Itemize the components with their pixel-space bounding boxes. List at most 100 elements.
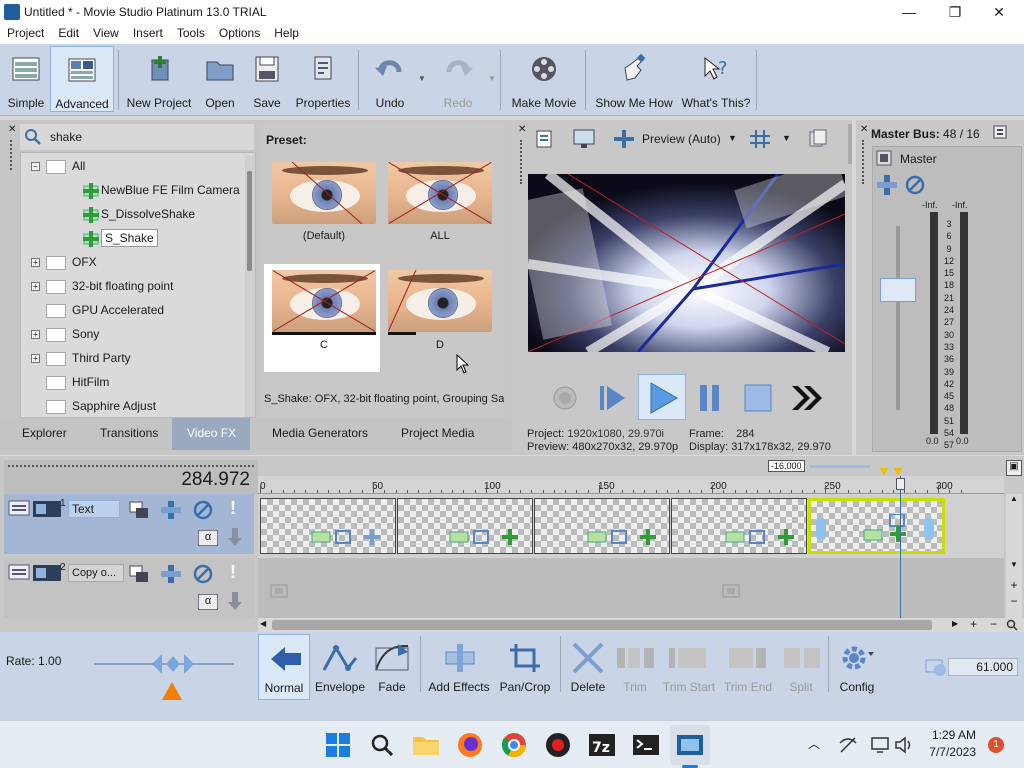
chevron-down-icon[interactable]: ▼ (782, 133, 791, 143)
redo-dropdown-icon[interactable]: ▼ (488, 74, 496, 83)
compositing-mode-icon[interactable] (128, 564, 150, 584)
file-explorer-icon[interactable] (410, 729, 442, 761)
tree-item-fx-selected[interactable]: S_Shake (83, 227, 158, 249)
tab-media-generators[interactable]: Media Generators (272, 426, 368, 440)
tray-chevron-icon[interactable]: ︿ (808, 735, 820, 752)
pan-crop-button[interactable]: Pan/Crop (496, 634, 554, 700)
search-box[interactable]: shake (20, 124, 254, 150)
chevron-down-icon[interactable]: ▼ (728, 133, 737, 143)
zoom-in-track-icon[interactable]: + (1006, 578, 1022, 592)
network-off-icon[interactable] (838, 735, 858, 755)
advanced-button[interactable]: Advanced (50, 46, 114, 112)
solo-track-icon[interactable]: ! (230, 498, 236, 519)
undo-dropdown-icon[interactable]: ▼ (418, 74, 426, 83)
scroll-up-arrow[interactable]: ▲ (1006, 494, 1022, 508)
delete-button[interactable]: Delete (566, 634, 610, 700)
bus-fx-icon[interactable] (876, 174, 898, 196)
notification-badge[interactable]: 1 (988, 737, 1004, 753)
scroll-right-arrow[interactable]: ▶ (952, 619, 958, 628)
zoom-tool-icon[interactable] (1006, 619, 1018, 631)
minimize-button[interactable]: — (886, 0, 932, 24)
expand-icon[interactable]: + (31, 258, 40, 268)
tree-item-fx[interactable]: NewBlue FE Film Camera (83, 179, 240, 201)
zoom-in-time-icon[interactable]: + (970, 617, 977, 631)
scroll-down-arrow[interactable]: ▼ (1006, 560, 1022, 574)
collapse-icon[interactable]: − (31, 162, 40, 172)
menu-view[interactable]: View (86, 24, 126, 42)
alpha-icon[interactable]: α (198, 594, 218, 610)
marker-bar[interactable]: -16.000 (258, 460, 1004, 476)
volume-value[interactable]: 61.000 (948, 658, 1018, 676)
zoom-out-track-icon[interactable]: − (1006, 594, 1022, 608)
solo-track-icon[interactable]: ! (230, 562, 236, 583)
preset-thumb-c[interactable] (272, 270, 376, 332)
horizontal-scroll-thumb[interactable] (272, 620, 932, 630)
track-expand-icon[interactable] (8, 564, 30, 580)
tree-item-ofx[interactable]: + OFX (31, 251, 97, 273)
expand-icon[interactable]: + (31, 282, 40, 292)
terminal-icon[interactable] (630, 729, 662, 761)
add-effects-button[interactable]: Add Effects (426, 634, 492, 700)
tree-item-float[interactable]: +32-bit floating point (31, 275, 173, 297)
open-button[interactable]: Open (198, 46, 242, 112)
tree-item-sony[interactable]: + Sony (31, 323, 99, 345)
playhead[interactable] (900, 476, 901, 620)
new-project-button[interactable]: New Project (124, 46, 194, 112)
clip-fx-icon[interactable] (724, 528, 804, 546)
preset-thumb-all[interactable] (388, 162, 492, 224)
playhead-handle[interactable] (896, 478, 905, 490)
bus-options-icon[interactable] (876, 150, 892, 166)
track-lane-2[interactable] (258, 558, 1004, 618)
panel-grip[interactable] (10, 140, 14, 170)
track-fx-icon[interactable] (160, 564, 182, 584)
tab-video-fx[interactable]: Video FX (187, 426, 236, 440)
rate-slider-handle-icon[interactable] (150, 652, 196, 702)
menu-insert[interactable]: Insert (126, 24, 170, 42)
panel-grip[interactable] (862, 140, 866, 184)
search-input[interactable]: shake (50, 130, 82, 144)
simple-button[interactable]: Simple (4, 46, 48, 112)
search-icon[interactable] (366, 729, 398, 761)
clip-fx-icon[interactable] (814, 514, 942, 544)
menu-project[interactable]: Project (0, 24, 51, 42)
tree-item-third-party[interactable]: + Third Party (31, 347, 131, 369)
timeline-options-icon[interactable]: ▣ (1006, 460, 1022, 476)
7zip-icon[interactable]: 7z (586, 729, 618, 761)
pause-icon[interactable] (696, 382, 724, 414)
panel-splitter[interactable] (848, 124, 852, 164)
menu-options[interactable]: Options (212, 24, 267, 42)
scrollbar-thumb[interactable] (247, 171, 252, 271)
track-motion-icon[interactable] (226, 528, 244, 548)
copy-snapshot-icon[interactable] (806, 128, 830, 150)
fade-tool[interactable]: Fade (370, 634, 414, 700)
panel-close-icon[interactable]: ✕ (518, 124, 526, 135)
tree-scrollbar[interactable] (245, 155, 255, 417)
record-icon[interactable] (552, 385, 578, 411)
track-fx-icon[interactable] (160, 500, 182, 520)
track-header-1[interactable]: 1 Text ! α (4, 494, 254, 554)
panel-grip[interactable] (8, 465, 254, 467)
close-button[interactable]: ✕ (976, 0, 1022, 24)
display-icon[interactable] (870, 735, 890, 755)
clip-fx-icon[interactable] (310, 528, 390, 546)
screen-recorder-icon[interactable] (542, 729, 574, 761)
scroll-left-arrow[interactable]: ◀ (260, 619, 266, 628)
movie-studio-icon[interactable] (674, 729, 706, 761)
zoom-slider-icon[interactable] (924, 656, 948, 676)
tree-item-gpu[interactable]: GPU Accelerated (46, 299, 164, 321)
clip-fx-icon[interactable] (586, 528, 666, 546)
split-button[interactable]: Split (778, 634, 824, 700)
preview-properties-icon[interactable] (534, 128, 556, 150)
zoom-slider[interactable] (810, 465, 870, 468)
firefox-icon[interactable] (454, 729, 486, 761)
volume-icon[interactable] (894, 735, 914, 755)
preset-thumb-default[interactable] (272, 162, 376, 224)
mute-icon[interactable] (904, 174, 926, 196)
trim-button[interactable]: Trim (612, 634, 658, 700)
tree-item-all[interactable]: − All (31, 155, 85, 177)
external-monitor-icon[interactable] (572, 128, 596, 150)
save-button[interactable]: Save (246, 46, 288, 112)
tree-item-fx[interactable]: S_DissolveShake (83, 203, 195, 225)
mixer-properties-icon[interactable] (992, 124, 1008, 140)
whats-this-button[interactable]: ? What's This? (680, 46, 752, 112)
